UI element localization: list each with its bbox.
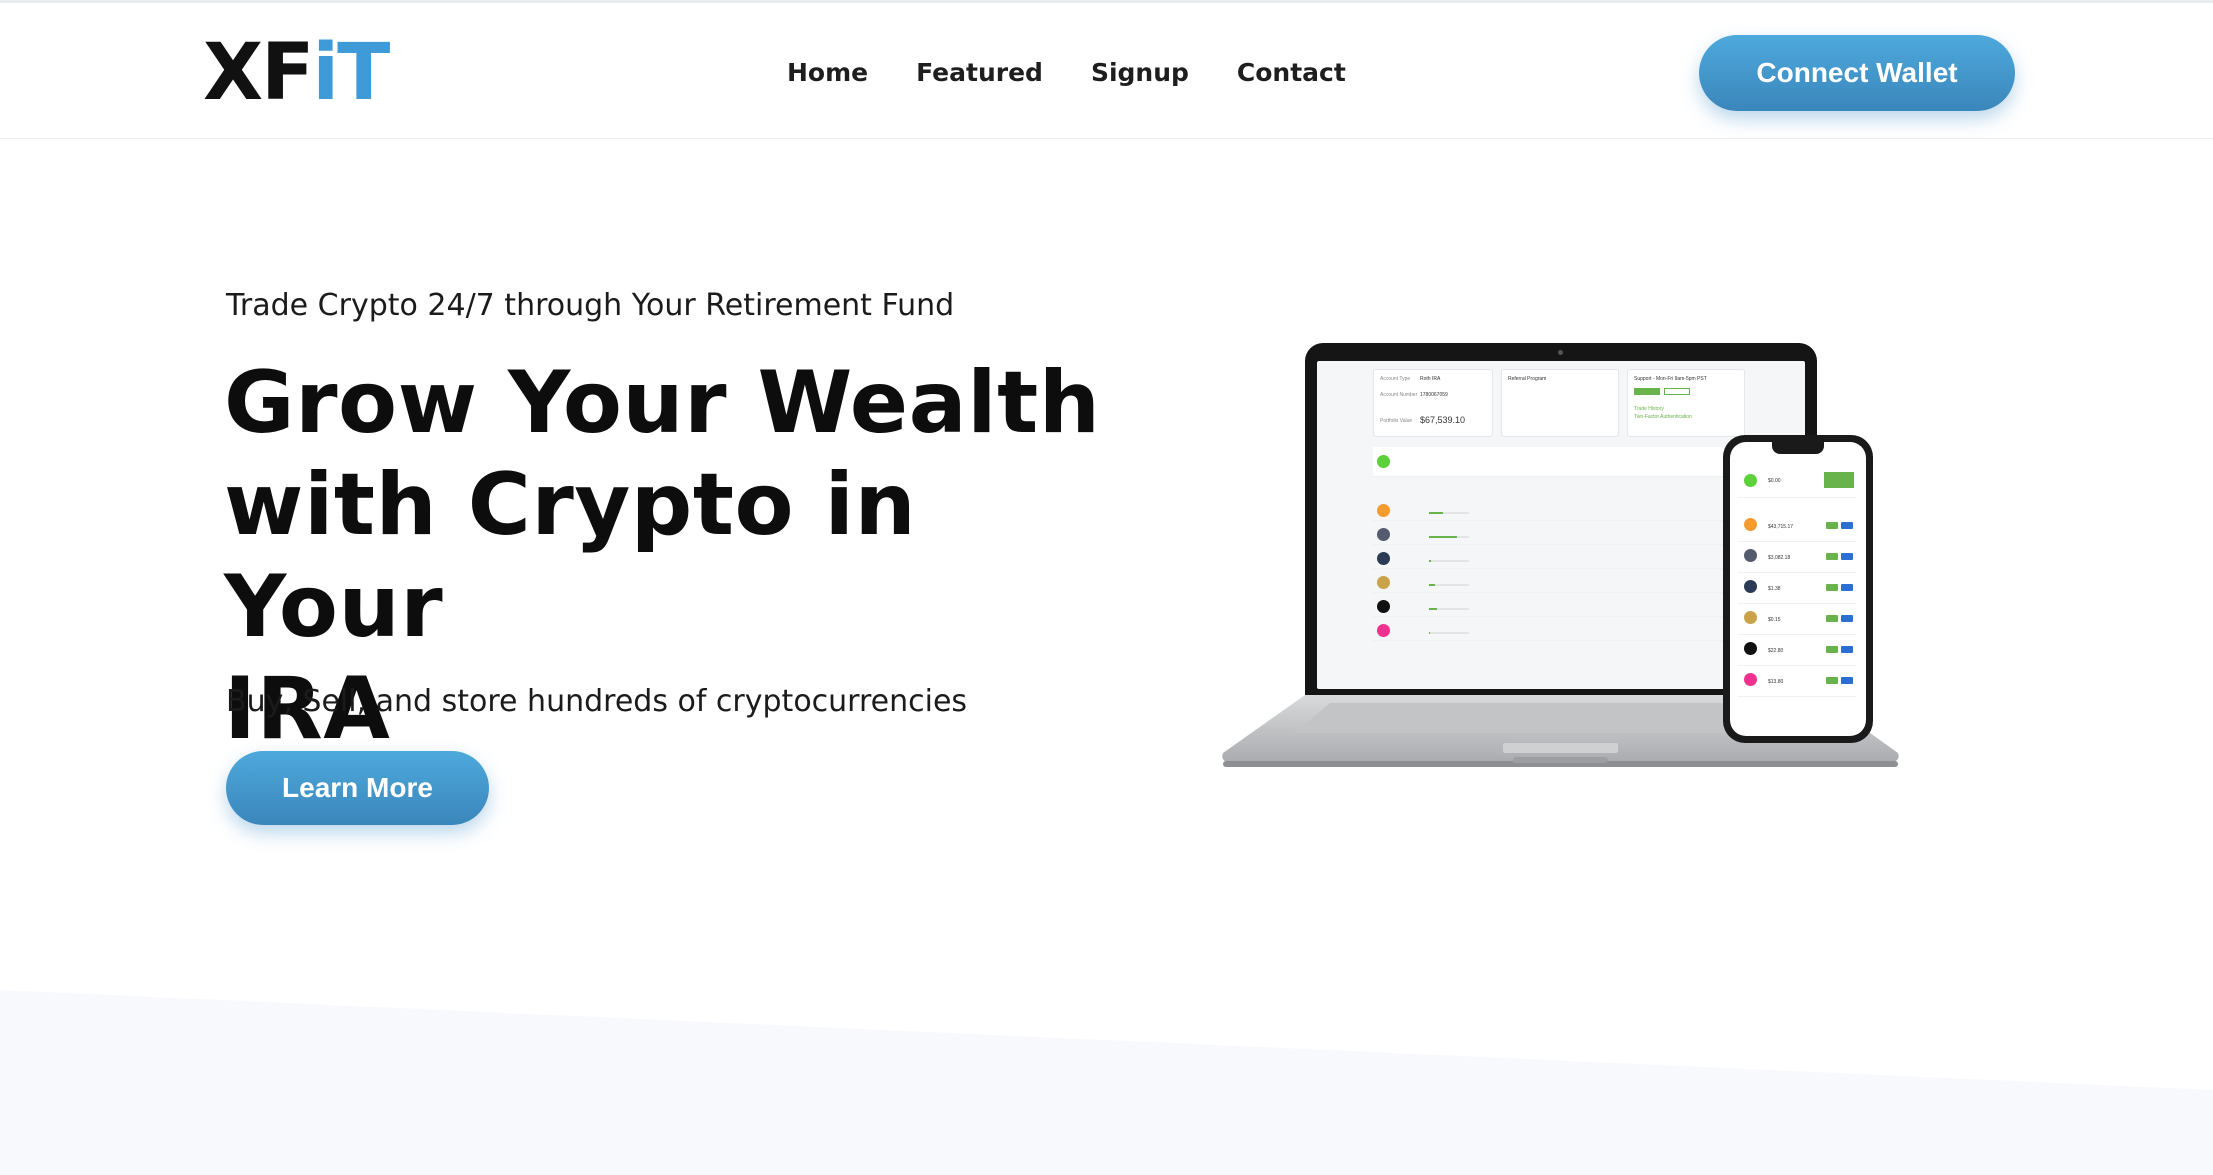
logo-part-2: iT — [312, 28, 390, 118]
learn-more-button[interactable]: Learn More — [226, 751, 489, 825]
referral-title: Referral Program — [1508, 376, 1547, 382]
asset-row — [1373, 547, 1767, 569]
phone-coin-price: $3,082.18 — [1768, 555, 1791, 561]
asset-allocation-bar — [1429, 512, 1469, 514]
landing-page: XFiT Home Featured Signup Contact Connec… — [0, 0, 2213, 1175]
account-type-value: Roth IRA — [1420, 376, 1441, 382]
hero-subheadline: Buy, Sell, and store hundreds of cryptoc… — [226, 684, 968, 719]
phone-mockup: $0.00 $43,715.17 $3,082.18 $1.38 $0.15 $22.8… — [1723, 435, 1873, 743]
phone-coin-price: $1.38 — [1768, 586, 1781, 592]
connect-wallet-button[interactable]: Connect Wallet — [1699, 35, 2015, 111]
bottom-wave — [0, 990, 2213, 1175]
phone-coin-price: $13.80 — [1768, 679, 1784, 685]
referral-card: Referral Program — [1501, 369, 1619, 437]
phone-coin-price: $22.80 — [1768, 648, 1784, 654]
phone-coin-row: $43,715.17 — [1738, 512, 1856, 542]
nav-contact-link[interactable]: Contact — [1213, 53, 1370, 93]
phone-coin-icon — [1744, 549, 1757, 562]
usd-coin-icon — [1377, 455, 1390, 468]
phone-coin-icon — [1744, 673, 1757, 686]
asset-coin-icon — [1377, 624, 1390, 637]
xfit-logo[interactable]: XFiT — [203, 33, 390, 113]
phone-screen: $0.00 $43,715.17 $3,082.18 $1.38 $0.15 $22.8… — [1730, 442, 1866, 736]
asset-allocation-bar — [1429, 632, 1469, 634]
phone-buy-button — [1826, 522, 1838, 529]
phone-buy-button — [1826, 553, 1838, 560]
phone-coin-icon — [1744, 580, 1757, 593]
asset-row — [1373, 619, 1767, 641]
asset-coin-icon — [1377, 528, 1390, 541]
phone-usd-icon — [1744, 474, 1757, 487]
phone-coin-row: $3,082.18 — [1738, 543, 1856, 573]
portfolio-value: $67,539.10 — [1420, 415, 1466, 425]
phone-add-funds — [1824, 472, 1854, 488]
site-header: XFiT Home Featured Signup Contact Connec… — [0, 3, 2213, 139]
support-title: Support - Mon-Fri 9am-5pm PST — [1634, 376, 1707, 382]
phone-coin-icon — [1744, 518, 1757, 531]
headline-line-1: Grow Your Wealth — [224, 353, 1101, 453]
account-type-label: Account Type — [1380, 376, 1411, 382]
account-card: Account Type Roth IRA Account Number 178… — [1373, 369, 1493, 437]
two-factor-link: Two-Factor Authentication — [1634, 414, 1692, 420]
cash-row — [1373, 447, 1767, 477]
phone-coin-row: $1.38 — [1738, 574, 1856, 604]
hero-eyebrow: Trade Crypto 24/7 through Your Retiremen… — [226, 288, 955, 323]
nav-home-link[interactable]: Home — [787, 53, 892, 93]
phone-coin-row: $22.80 — [1738, 636, 1856, 666]
asset-allocation-bar — [1429, 536, 1469, 538]
nav-featured-link[interactable]: Featured — [892, 53, 1067, 93]
phone-sell-button — [1841, 553, 1853, 560]
phone-sell-button — [1841, 646, 1853, 653]
asset-row — [1373, 499, 1767, 521]
phone-buy-button — [1826, 615, 1838, 622]
phone-sell-button — [1841, 522, 1853, 529]
asset-allocation-bar — [1429, 584, 1469, 586]
phone-buy-button — [1826, 584, 1838, 591]
phone-coin-price: $0.15 — [1768, 617, 1781, 623]
phone-coin-icon — [1744, 611, 1757, 624]
support-card: Support - Mon-Fri 9am-5pm PST Trade Hist… — [1627, 369, 1745, 437]
trade-history-link: Trade History — [1634, 406, 1664, 412]
asset-allocation-bar — [1429, 560, 1469, 562]
phone-cash-row: $0.00 — [1738, 464, 1856, 498]
nav-signup-link[interactable]: Signup — [1067, 53, 1213, 93]
phone-sell-button — [1841, 584, 1853, 591]
asset-row — [1373, 595, 1767, 617]
phone-sell-button — [1841, 615, 1853, 622]
main-nav: Home Featured Signup Contact — [787, 53, 1370, 93]
support-outline-button — [1664, 388, 1690, 395]
logo-part-1: XF — [203, 28, 314, 118]
phone-coin-price: $43,715.17 — [1768, 524, 1794, 530]
phone-coin-row: $0.15 — [1738, 605, 1856, 635]
phone-notch — [1772, 442, 1824, 454]
laptop-camera — [1558, 350, 1563, 355]
phone-buy-button — [1826, 677, 1838, 684]
phone-cash-value: $0.00 — [1768, 478, 1781, 484]
asset-coin-icon — [1377, 504, 1390, 517]
devices-illustration: Account Type Roth IRA Account Number 178… — [1218, 340, 1903, 790]
support-green-button — [1634, 388, 1660, 395]
asset-row — [1373, 523, 1767, 545]
asset-row — [1373, 571, 1767, 593]
phone-coin-icon — [1744, 642, 1757, 655]
headline-line-2: with Crypto in Your — [224, 455, 917, 657]
phone-coin-row: $13.80 — [1738, 667, 1856, 697]
asset-coin-icon — [1377, 552, 1390, 565]
asset-coin-icon — [1377, 600, 1390, 613]
asset-coin-icon — [1377, 576, 1390, 589]
phone-buy-button — [1826, 646, 1838, 653]
account-number-value: 1780067059 — [1420, 392, 1448, 398]
phone-sell-button — [1841, 677, 1853, 684]
portfolio-label: Portfolio Value — [1380, 418, 1413, 424]
account-number-label: Account Number — [1380, 392, 1418, 398]
asset-allocation-bar — [1429, 608, 1469, 610]
